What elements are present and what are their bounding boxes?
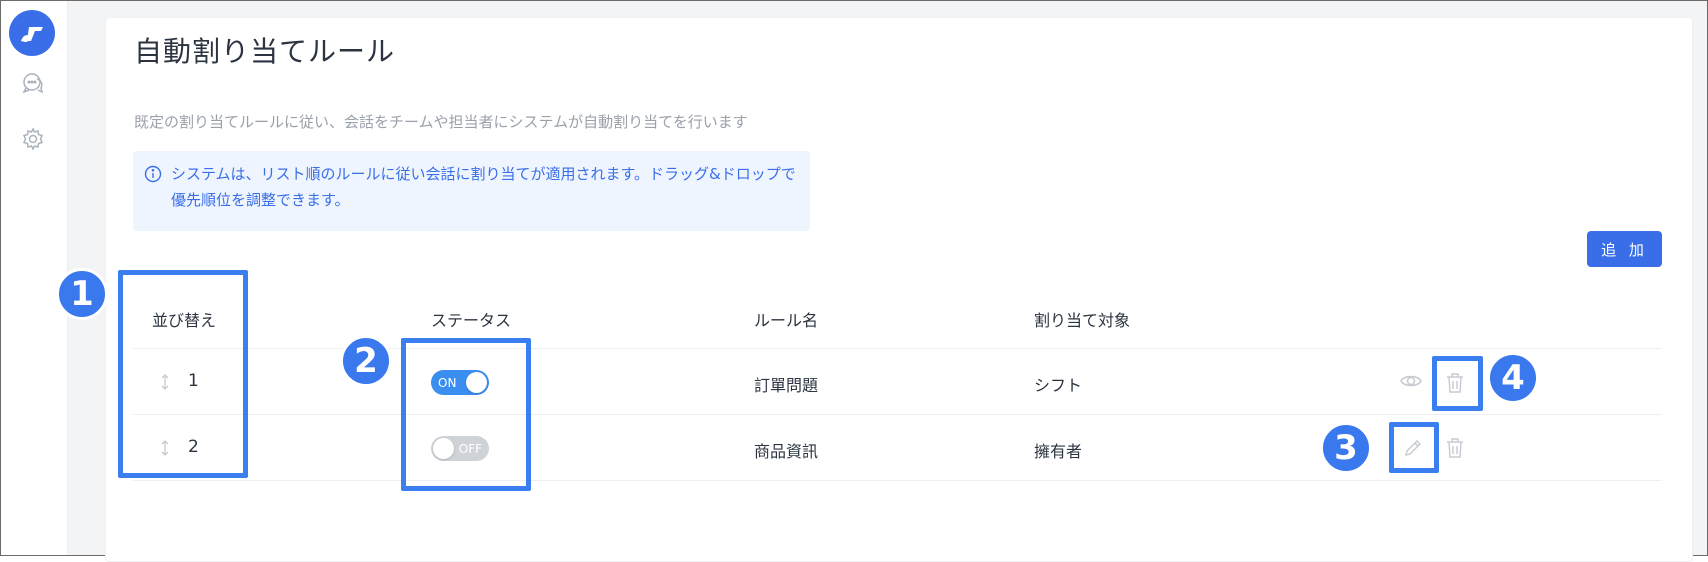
header-target: 割り当て対象 bbox=[1034, 311, 1131, 330]
annotation-badge: 2 bbox=[340, 335, 392, 387]
info-icon bbox=[144, 165, 162, 183]
view-icon[interactable] bbox=[1400, 370, 1422, 392]
page-description: 既定の割り当てルールに従い、会話をチームや担当者にシステムが自動割り当てを行いま… bbox=[134, 113, 748, 131]
annotation-badge: 1 bbox=[56, 268, 108, 320]
info-box: システムは、リスト順のルールに従い会話に割り当てが適用されます。ドラッグ&ドロッ… bbox=[133, 151, 810, 231]
sidebar bbox=[1, 1, 68, 555]
settings-icon[interactable] bbox=[21, 127, 45, 151]
chat-icon[interactable] bbox=[21, 71, 45, 95]
highlight-order-column bbox=[118, 270, 248, 478]
header-rule-name: ルール名 bbox=[754, 311, 819, 330]
add-button[interactable]: 追 加 bbox=[1587, 231, 1662, 267]
row-divider bbox=[133, 480, 1661, 481]
info-text: システムは、リスト順のルールに従い会話に割り当てが適用されます。ドラッグ&ドロッ… bbox=[171, 165, 796, 209]
rule-name: 商品資訊 bbox=[754, 442, 819, 461]
highlight-edit-icon bbox=[1389, 422, 1439, 473]
annotation-badge: 4 bbox=[1487, 352, 1539, 404]
highlight-delete-icon bbox=[1432, 356, 1483, 411]
highlight-status-column bbox=[401, 338, 531, 491]
annotation-badge: 3 bbox=[1320, 422, 1372, 474]
rule-target: 擁有者 bbox=[1034, 442, 1083, 461]
logo-icon[interactable] bbox=[9, 10, 55, 56]
delete-icon[interactable] bbox=[1444, 437, 1466, 459]
header-status: ステータス bbox=[431, 311, 512, 330]
rule-target: シフト bbox=[1034, 376, 1083, 395]
row-divider bbox=[133, 414, 1661, 415]
rule-name: 訂單問題 bbox=[754, 376, 819, 395]
page-title: 自動割り当てルール bbox=[134, 35, 396, 68]
